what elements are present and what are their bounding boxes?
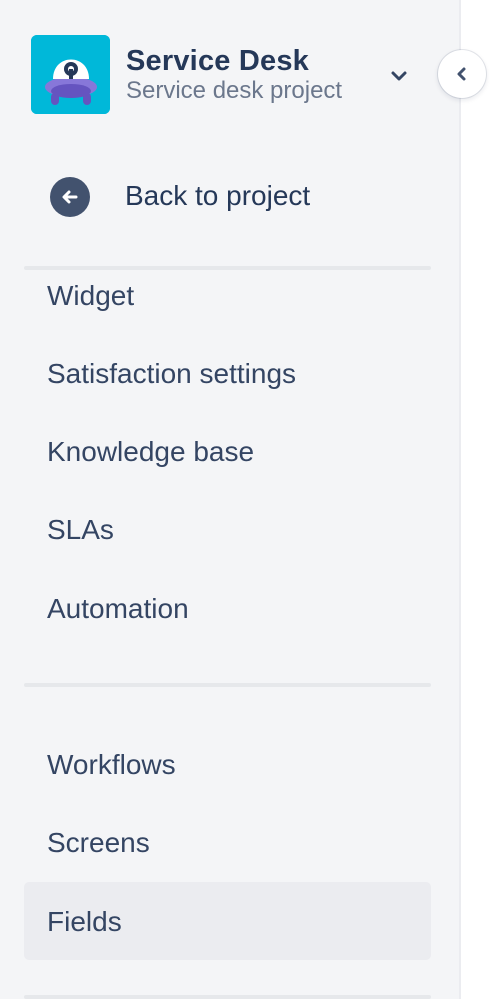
nav-item-satisfaction-settings[interactable]: Satisfaction settings — [24, 334, 431, 412]
nav-item-slas[interactable]: SLAs — [24, 490, 431, 568]
nav-item-workflows[interactable]: Workflows — [24, 725, 431, 803]
nav-item-label: Workflows — [47, 749, 176, 780]
nav-item-screens[interactable]: Screens — [24, 803, 431, 881]
nav-item-knowledge-base[interactable]: Knowledge base — [24, 412, 431, 490]
project-header[interactable]: Service Desk Service desk project — [31, 35, 431, 114]
nav-item-label: SLAs — [47, 514, 114, 545]
nav-item-label: Automation — [47, 593, 189, 624]
back-to-project-link[interactable]: Back to project — [50, 175, 430, 219]
divider — [24, 995, 431, 999]
nav-item-label: Satisfaction settings — [47, 358, 297, 389]
chevron-left-icon — [457, 67, 466, 81]
project-name: Service Desk — [126, 45, 309, 77]
service-desk-ufo-icon — [31, 35, 110, 114]
chevron-down-icon[interactable] — [388, 65, 410, 87]
back-to-project-label: Back to project — [125, 180, 311, 211]
nav-item-label: Knowledge base — [47, 436, 255, 467]
divider — [24, 683, 431, 687]
main-content — [463, 0, 490, 999]
nav-item-fields[interactable]: Fields — [24, 882, 431, 960]
project-type: Service desk project — [126, 77, 343, 104]
nav-item-label: Screens — [47, 827, 150, 858]
project-avatar — [31, 35, 110, 114]
arrow-left-circle-icon — [50, 177, 90, 217]
collapse-sidebar-button[interactable] — [438, 50, 486, 98]
nav-item-label: Widget — [47, 280, 135, 311]
nav-item-widget[interactable]: Widget — [24, 256, 431, 334]
nav-item-label: Fields — [47, 906, 122, 937]
project-sidebar: Service Desk Service desk project Back t… — [0, 0, 461, 999]
nav-item-automation[interactable]: Automation — [24, 569, 431, 647]
